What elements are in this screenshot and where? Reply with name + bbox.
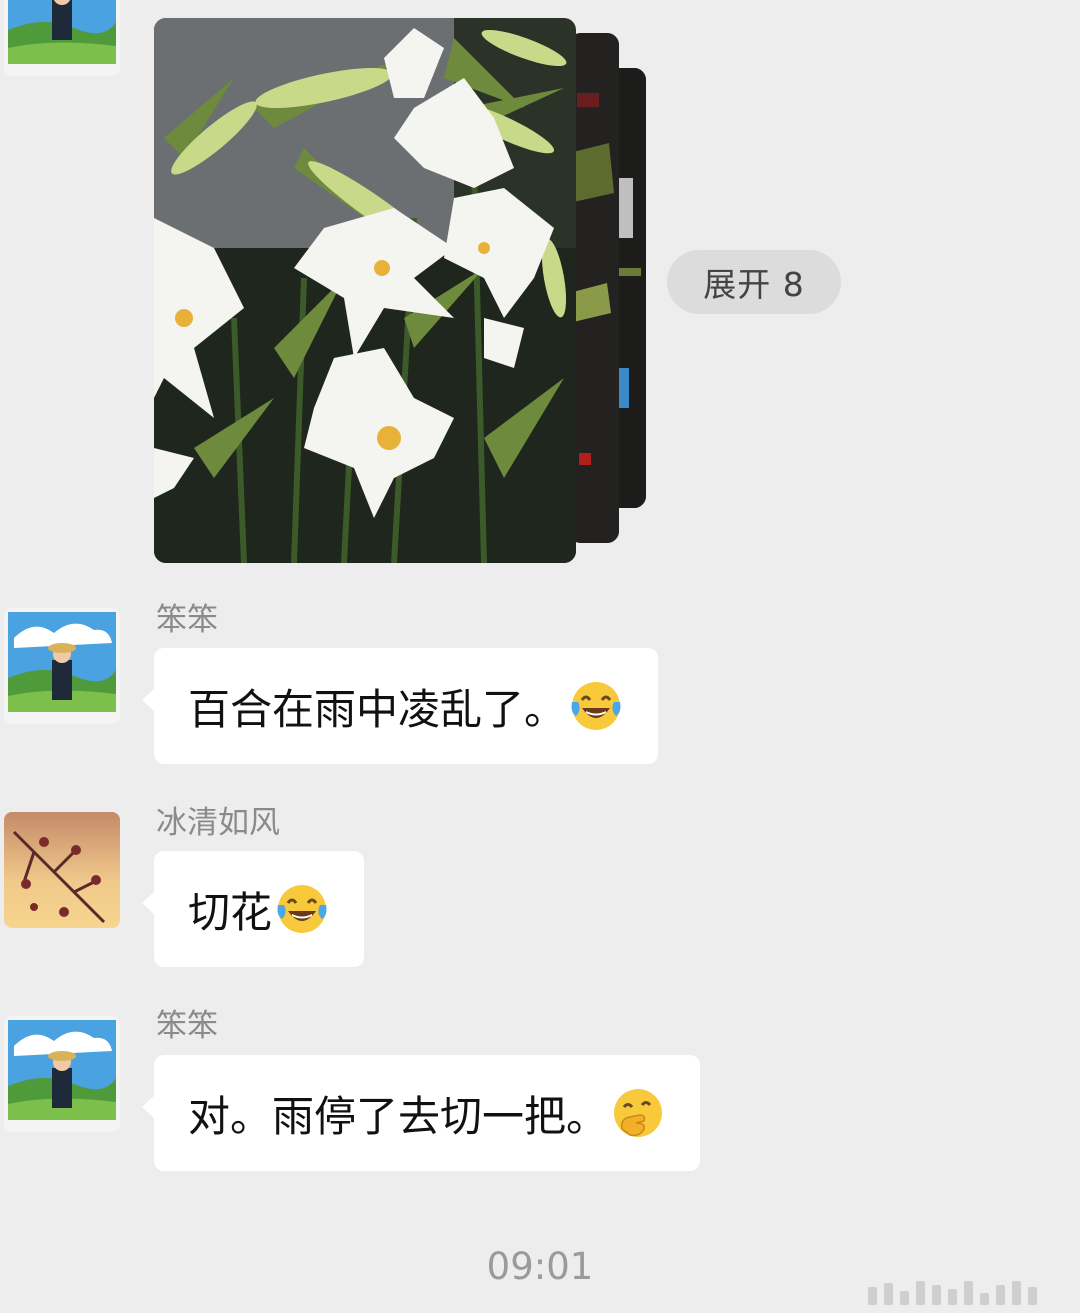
avatar-benben-top[interactable] [4,0,120,76]
photo-lilies[interactable] [154,18,576,563]
photo-back-1 [569,33,619,543]
expand-label: 展开 8 [703,265,805,304]
avatar-benben[interactable] [4,608,120,724]
photo-album-stack[interactable] [154,18,654,563]
message-text: 对。雨停了去切一把。 [188,1091,609,1141]
avatar-bingqingrufeng[interactable] [4,812,120,928]
watermark-logo [868,1279,1068,1305]
message-text: 切花 [188,887,273,937]
expand-album-button[interactable]: 展开 8 [667,250,841,314]
tears-of-joy-emoji [568,678,624,734]
message-bubble[interactable]: 百合在雨中凌乱了。 [141,648,659,764]
sender-name: 笨笨 [156,602,218,638]
sender-name: 笨笨 [156,1008,218,1044]
sender-name: 冰清如风 [156,805,280,841]
message-text: 百合在雨中凌乱了。 [188,684,567,734]
tears-of-joy-emoji [274,881,330,937]
chat-history: 展开 8 笨笨 百合在雨中凌乱了。 冰清如风 切花 笨笨 对。雨停了去切一把。 … [0,0,1080,1313]
avatar-benben[interactable] [4,1016,120,1132]
message-bubble[interactable]: 对。雨停了去切一把。 [141,1055,701,1171]
message-bubble[interactable]: 切花 [141,851,365,967]
hand-over-mouth-emoji [610,1085,666,1141]
